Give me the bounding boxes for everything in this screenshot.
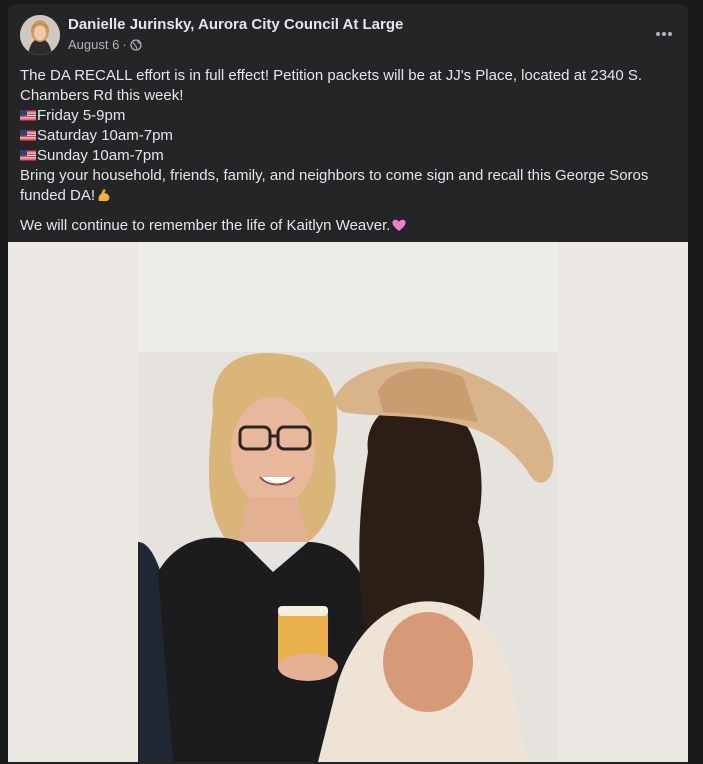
memorial-text: We will continue to remember the life of… bbox=[20, 217, 391, 234]
pink-heart-icon bbox=[392, 219, 407, 231]
post-meta: August 6 · bbox=[68, 37, 142, 52]
avatar-image bbox=[20, 15, 60, 55]
call-to-action-text: Bring your household, friends, family, a… bbox=[20, 167, 649, 204]
globe-icon[interactable] bbox=[130, 38, 142, 51]
schedule-item: Friday 5-9pm bbox=[20, 106, 670, 126]
message-line-intro: The DA RECALL effort is in full effect! … bbox=[20, 67, 643, 104]
post-header: Danielle Jurinsky, Aurora City Council A… bbox=[8, 4, 688, 62]
us-flag-icon bbox=[20, 110, 36, 121]
post-message: The DA RECALL effort is in full effect! … bbox=[20, 66, 670, 236]
more-dots-icon bbox=[656, 32, 672, 36]
schedule-item: Sunday 10am-7pm bbox=[20, 146, 670, 166]
meta-separator: · bbox=[122, 37, 127, 52]
flexed-biceps-icon bbox=[98, 189, 110, 201]
post-photo[interactable] bbox=[8, 242, 688, 762]
message-line-call: Bring your household, friends, family, a… bbox=[20, 166, 670, 206]
schedule-item: Saturday 10am-7pm bbox=[20, 126, 670, 146]
post-date[interactable]: August 6 bbox=[68, 37, 119, 52]
schedule-label: Sunday 10am-7pm bbox=[37, 147, 164, 164]
author-name[interactable]: Danielle Jurinsky, Aurora City Council A… bbox=[68, 16, 403, 33]
more-options-button[interactable] bbox=[652, 22, 676, 46]
us-flag-icon bbox=[20, 150, 36, 161]
author-avatar[interactable] bbox=[20, 15, 60, 55]
photo-image bbox=[8, 242, 688, 762]
schedule-label: Friday 5-9pm bbox=[37, 107, 126, 124]
message-line-memorial: We will continue to remember the life of… bbox=[20, 216, 670, 236]
facebook-post: Danielle Jurinsky, Aurora City Council A… bbox=[8, 4, 688, 764]
us-flag-icon bbox=[20, 130, 36, 141]
schedule-label: Saturday 10am-7pm bbox=[37, 127, 173, 144]
